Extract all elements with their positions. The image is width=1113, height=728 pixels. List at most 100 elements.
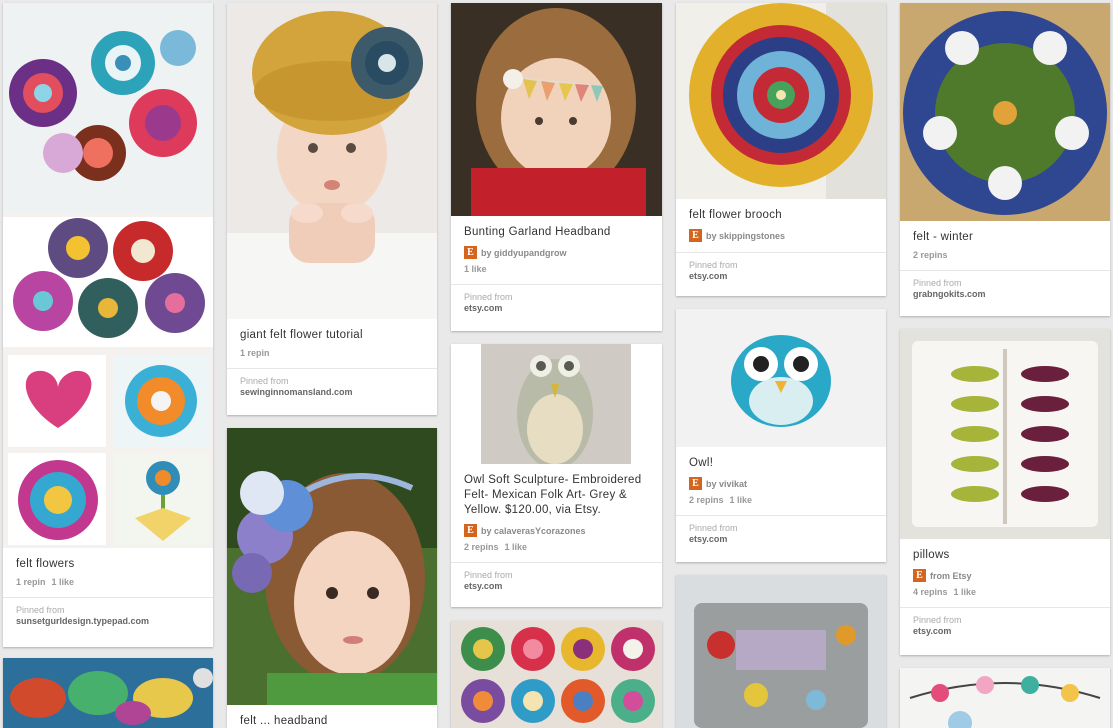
pin-source-site[interactable]: sewinginnomansland.com [240, 387, 424, 398]
pin-card-felt-flowers[interactable]: felt flowers 1 repin 1 like Pinned from s… [3, 3, 213, 647]
like-count[interactable]: 1 like [464, 264, 487, 274]
etsy-icon: E [464, 246, 477, 259]
pin-card-flower-headband-girl[interactable]: felt ... headband [227, 428, 437, 728]
pin-image-felt-birds[interactable] [3, 658, 213, 728]
pin-card-giant-felt-flower[interactable]: giant felt flower tutorial 1 repin Pinne… [227, 3, 437, 415]
pin-source[interactable]: Pinned from etsy.com [451, 562, 662, 601]
pin-description[interactable]: giant felt flower tutorial [227, 319, 437, 343]
pin-source-site[interactable]: etsy.com [689, 271, 873, 282]
pin-card-felt-winter[interactable]: felt - winter 2 repins Pinned from grabn… [900, 3, 1110, 316]
pin-author[interactable]: Efrom Etsy [900, 563, 1110, 582]
pin-source[interactable]: Pinned from etsy.com [676, 515, 886, 554]
etsy-icon: E [913, 569, 926, 582]
repin-count[interactable]: 1 repin [240, 348, 270, 358]
pin-card-name-pillow[interactable] [676, 575, 886, 728]
like-count[interactable]: 1 like [730, 495, 753, 505]
pin-stats: 4 repins 1 like [900, 582, 1110, 597]
pin-author-name[interactable]: from Etsy [930, 571, 972, 581]
pin-image-flower-headband-girl[interactable] [227, 428, 437, 705]
repin-count[interactable]: 2 repins [913, 250, 948, 260]
pinned-from-label: Pinned from [16, 605, 65, 615]
pin-description[interactable]: felt flower brooch [676, 199, 886, 223]
pinned-from-label: Pinned from [240, 376, 289, 386]
pin-author[interactable]: Eby giddyupandgrow [451, 240, 662, 259]
like-count[interactable]: 1 like [954, 587, 977, 597]
pin-card-felt-flower-brooch[interactable]: felt flower brooch Eby skippingstones Pi… [676, 3, 886, 296]
pin-description[interactable]: pillows [900, 539, 1110, 563]
repin-count[interactable]: 4 repins [913, 587, 948, 597]
felt-circles-image [451, 621, 662, 728]
pin-source[interactable]: Pinned from etsy.com [900, 607, 1110, 646]
pin-source-site[interactable]: sunsetgurldesign.typepad.com [16, 616, 200, 627]
pin-description[interactable]: felt ... headband [227, 705, 437, 728]
pin-card-felt-flower-garland[interactable] [900, 668, 1110, 728]
pin-source[interactable]: Pinned from grabngokits.com [900, 270, 1110, 309]
pin-source-site[interactable]: grabngokits.com [913, 289, 1097, 300]
felt-flowers-collage-image [3, 3, 213, 545]
girl-crochet-hat-image [227, 3, 437, 319]
pin-image-owl-sculpture[interactable] [451, 344, 662, 464]
like-count[interactable]: 1 like [52, 577, 75, 587]
pin-image-felt-flowers-collage[interactable] [3, 3, 213, 548]
pinned-from-label: Pinned from [464, 570, 513, 580]
pin-image-name-pillow[interactable] [676, 575, 886, 728]
pin-source-site[interactable]: etsy.com [464, 303, 649, 314]
pin-image-felt-winter[interactable] [900, 3, 1110, 221]
pin-card-bunting-headband[interactable]: Bunting Garland Headband Eby giddyupandg… [451, 3, 662, 331]
repin-count[interactable]: 1 repin [16, 577, 46, 587]
pin-image-felt-owl[interactable] [676, 309, 886, 447]
pin-author[interactable]: Eby calaverasYcorazones [451, 518, 662, 537]
flower-brooch-image [676, 3, 886, 199]
felt-owl-image [676, 309, 886, 447]
pin-source[interactable]: Pinned from sewinginnomansland.com [227, 368, 437, 407]
pin-source-site[interactable]: etsy.com [689, 534, 873, 545]
leaf-pillow-image [900, 329, 1110, 539]
pin-stats: 1 like [451, 259, 662, 274]
pin-author[interactable]: Eby vivikat [676, 471, 886, 490]
repin-count[interactable]: 2 repins [689, 495, 724, 505]
pin-stats: 2 repins [900, 245, 1110, 260]
pin-description[interactable]: Owl Soft Sculpture- Embroidered Felt- Me… [451, 464, 662, 518]
pin-image-leaf-pillow[interactable] [900, 329, 1110, 539]
pin-card-felt-birds[interactable] [3, 658, 213, 728]
pin-image-bunting-headband[interactable] [451, 3, 662, 216]
flower-garland-image [900, 668, 1110, 728]
etsy-icon: E [689, 229, 702, 242]
pin-author[interactable]: Eby skippingstones [676, 223, 886, 242]
pin-author-name[interactable]: by calaverasYcorazones [481, 526, 586, 536]
like-count[interactable]: 1 like [505, 542, 528, 552]
pin-card-owl[interactable]: Owl! Eby vivikat 2 repins 1 like Pinned f… [676, 309, 886, 562]
pin-card-felt-circles[interactable] [451, 621, 662, 728]
pin-description[interactable]: felt - winter [900, 221, 1110, 245]
girl-flower-headband-image [227, 428, 437, 705]
pinned-from-label: Pinned from [464, 292, 513, 302]
bunting-headband-image [451, 3, 662, 216]
pin-image-flower-brooch[interactable] [676, 3, 886, 199]
pin-image-felt-circles[interactable] [451, 621, 662, 728]
pin-source[interactable]: Pinned from sunsetgurldesign.typepad.com [3, 597, 213, 636]
pin-author-name[interactable]: by vivikat [706, 479, 747, 489]
pin-image-flower-garland[interactable] [900, 668, 1110, 728]
pin-stats: 2 repins 1 like [451, 537, 662, 552]
pin-author-name[interactable]: by skippingstones [706, 231, 785, 241]
pin-source-site[interactable]: etsy.com [913, 626, 1097, 637]
felt-winter-image [900, 3, 1110, 221]
pin-source[interactable]: Pinned from etsy.com [676, 252, 886, 291]
pinned-from-label: Pinned from [689, 523, 738, 533]
pin-description[interactable]: Bunting Garland Headband [451, 216, 662, 240]
name-pillow-image [676, 575, 886, 728]
pin-description[interactable]: felt flowers [3, 548, 213, 572]
pinned-from-label: Pinned from [913, 278, 962, 288]
repin-count[interactable]: 2 repins [464, 542, 499, 552]
pin-card-pillows[interactable]: pillows Efrom Etsy 4 repins 1 like Pinned… [900, 329, 1110, 655]
pinned-from-label: Pinned from [689, 260, 738, 270]
pin-description[interactable]: Owl! [676, 447, 886, 471]
pin-stats: 1 repin 1 like [3, 572, 213, 587]
pin-source[interactable]: Pinned from etsy.com [451, 284, 662, 323]
pin-source-site[interactable]: etsy.com [464, 581, 649, 592]
pin-stats: 2 repins 1 like [676, 490, 886, 505]
pin-author-name[interactable]: by giddyupandgrow [481, 248, 567, 258]
etsy-icon: E [464, 524, 477, 537]
pin-card-owl-soft-sculpture[interactable]: Owl Soft Sculpture- Embroidered Felt- Me… [451, 344, 662, 607]
pin-image-crochet-hat-girl[interactable] [227, 3, 437, 319]
